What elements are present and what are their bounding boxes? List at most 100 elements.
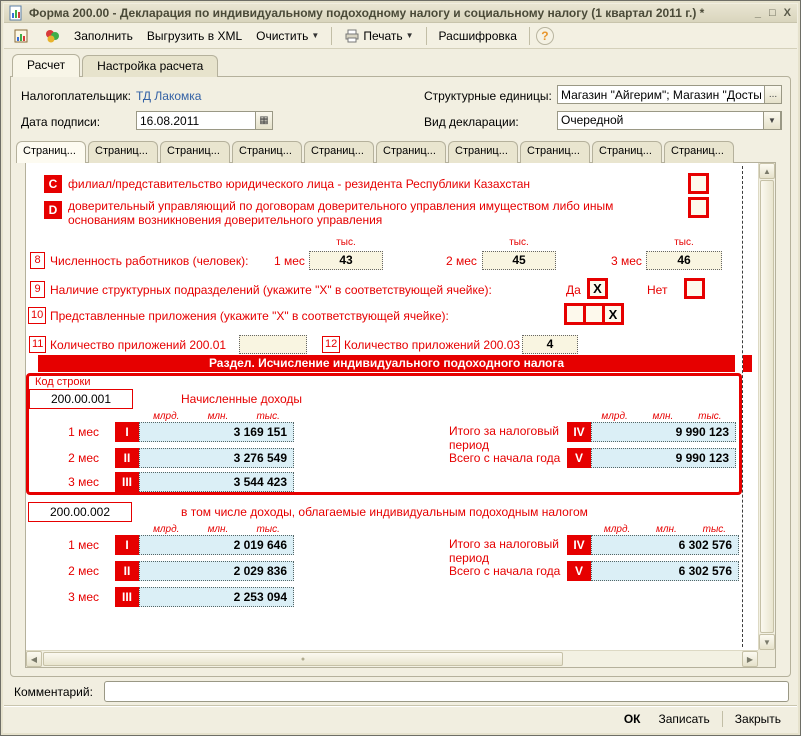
scroll-up-icon[interactable]: ▲ xyxy=(759,163,775,179)
refresh-button[interactable] xyxy=(38,24,66,48)
group2-title: в том числе доходы, облагаемые индивидуа… xyxy=(181,505,588,519)
row-c-label: филиал/представительство юридического ли… xyxy=(68,177,530,191)
section-title-bar-stub xyxy=(743,355,752,372)
scroll-right-icon[interactable]: ▶ xyxy=(742,651,758,667)
maximize-button[interactable]: □ xyxy=(769,7,776,19)
structural-units-input[interactable] xyxy=(557,85,765,104)
group2-value-3[interactable]: 2 253 094 xyxy=(139,587,294,607)
row-c-checkbox[interactable] xyxy=(688,173,709,194)
vertical-scrollbar[interactable]: ▲ ▼ xyxy=(758,163,775,650)
declaration-type-select[interactable]: Очередной xyxy=(557,111,782,130)
group2-total-value[interactable]: 6 302 576 xyxy=(591,535,739,555)
row-8-month-3-field[interactable]: 46 xyxy=(646,251,722,270)
clear-button[interactable]: Очистить▼ xyxy=(250,25,325,47)
sign-date-input[interactable] xyxy=(136,111,256,130)
row-11-field[interactable] xyxy=(239,335,307,354)
page-tab-5[interactable]: Страниц... xyxy=(304,141,374,163)
group1-total-value[interactable]: 9 990 123 xyxy=(591,422,736,442)
group1-title: Начисленные доходы xyxy=(181,392,302,406)
comment-row: Комментарий: xyxy=(10,681,791,705)
group2-ytd-value[interactable]: 6 302 576 xyxy=(591,561,739,581)
page-tab-6[interactable]: Страниц... xyxy=(376,141,446,163)
ok-button[interactable]: ОК xyxy=(616,709,649,729)
row-8-month-3-label: 3 мес xyxy=(611,254,642,268)
page-tab-2[interactable]: Страниц... xyxy=(88,141,158,163)
group1-roman-1: I xyxy=(115,422,139,442)
group2-roman-2: II xyxy=(115,561,139,581)
units-mln: млн. xyxy=(656,524,677,535)
sign-date-label: Дата подписи: xyxy=(21,115,100,129)
row-9-yes-checkbox[interactable]: X xyxy=(587,278,608,299)
group1-roman-2: II xyxy=(115,448,139,468)
print-button-label: Печать xyxy=(363,29,402,43)
open-form-button[interactable] xyxy=(8,24,36,48)
close-form-button[interactable]: Закрыть xyxy=(727,709,789,729)
group1-month-3: 3 мес xyxy=(55,475,99,489)
title-bar: Форма 200.00 - Декларация по индивидуаль… xyxy=(4,4,797,23)
page-tab-1[interactable]: Страниц... xyxy=(16,141,86,163)
group1-value-3[interactable]: 3 544 423 xyxy=(139,472,294,492)
comment-input[interactable] xyxy=(104,681,789,702)
taxpayer-label: Налогоплательщик: xyxy=(21,89,131,103)
group1-value-1[interactable]: 3 169 151 xyxy=(139,422,294,442)
help-button[interactable]: ? xyxy=(536,27,554,45)
horizontal-scroll-track[interactable] xyxy=(563,651,742,667)
fill-button[interactable]: Заполнить xyxy=(68,25,139,47)
group1-total-roman: IV xyxy=(567,422,591,442)
decipher-button[interactable]: Расшифровка xyxy=(433,25,523,47)
export-xml-button[interactable]: Выгрузить в XML xyxy=(141,25,248,47)
save-button[interactable]: Записать xyxy=(651,709,718,729)
group2-value-2[interactable]: 2 029 836 xyxy=(139,561,294,581)
row-8-month-1-field[interactable]: 43 xyxy=(309,251,383,270)
group2-month-1: 1 мес xyxy=(55,538,99,552)
section-title-bar: Раздел. Исчисление индивидуального подох… xyxy=(38,355,735,372)
page-tab-3[interactable]: Страниц... xyxy=(160,141,230,163)
group2-value-1[interactable]: 2 019 646 xyxy=(139,535,294,555)
vertical-scroll-thumb[interactable] xyxy=(760,180,774,633)
row-10-cell-3[interactable]: X xyxy=(602,303,624,325)
page-tab-4[interactable]: Страниц... xyxy=(232,141,302,163)
units-mln: млн. xyxy=(653,411,674,422)
horizontal-scrollbar[interactable]: ◀ ● ▶ xyxy=(26,650,758,667)
row-12-field[interactable]: 4 xyxy=(522,335,578,354)
units-ellipsis-button[interactable]: ... xyxy=(764,85,782,104)
row-9-num: 9 xyxy=(30,281,45,298)
page-tab-9[interactable]: Страниц... xyxy=(592,141,662,163)
header-fields: Налогоплательщик: ТД Лакомка Структурные… xyxy=(11,77,790,139)
scroll-left-icon[interactable]: ◀ xyxy=(26,651,42,667)
toolbar-separator xyxy=(331,27,332,45)
row-8-label: Численность работников (человек): xyxy=(50,254,248,268)
horizontal-scroll-thumb[interactable]: ● xyxy=(43,652,563,666)
row-9-no-label: Нет xyxy=(647,283,667,297)
tab-calc-settings[interactable]: Настройка расчета xyxy=(82,55,218,77)
row-d-checkbox[interactable] xyxy=(688,197,709,218)
row-12-label: Количество приложений 200.03 xyxy=(344,338,520,352)
page-tab-8[interactable]: Страниц... xyxy=(520,141,590,163)
row-10-num: 10 xyxy=(28,307,46,324)
toolbar-separator xyxy=(426,27,427,45)
form-page-panel: C филиал/представительство юридического … xyxy=(25,162,776,668)
page-tab-7[interactable]: Страниц... xyxy=(448,141,518,163)
thousands-header: тыс. xyxy=(309,237,383,248)
group1-ytd-value[interactable]: 9 990 123 xyxy=(591,448,736,468)
footer-bar: ОК Записать Закрыть xyxy=(4,705,797,732)
close-button[interactable]: X xyxy=(784,7,791,19)
thousands-header: тыс. xyxy=(646,237,722,248)
minimize-button[interactable]: _ xyxy=(755,7,761,19)
structural-units-label: Структурные единицы: xyxy=(424,89,552,103)
row-8-month-2-field[interactable]: 45 xyxy=(482,251,556,270)
row-11-num: 11 xyxy=(29,336,46,353)
units-mln: млн. xyxy=(208,411,229,422)
page-tab-10[interactable]: Страниц... xyxy=(664,141,734,163)
toolbar-separator xyxy=(529,27,530,45)
taxpayer-link[interactable]: ТД Лакомка xyxy=(136,89,201,103)
print-button[interactable]: Печать▼ xyxy=(338,24,419,48)
row-9-no-checkbox[interactable] xyxy=(684,278,705,299)
dropdown-arrow-icon[interactable]: ▼ xyxy=(763,111,781,130)
page-break-line xyxy=(742,166,743,647)
tab-calc[interactable]: Расчет xyxy=(12,54,80,77)
group1-value-2[interactable]: 3 276 549 xyxy=(139,448,294,468)
calendar-icon[interactable]: ▦ xyxy=(255,111,273,130)
scroll-down-icon[interactable]: ▼ xyxy=(759,634,775,650)
group1-ytd-roman: V xyxy=(567,448,591,468)
